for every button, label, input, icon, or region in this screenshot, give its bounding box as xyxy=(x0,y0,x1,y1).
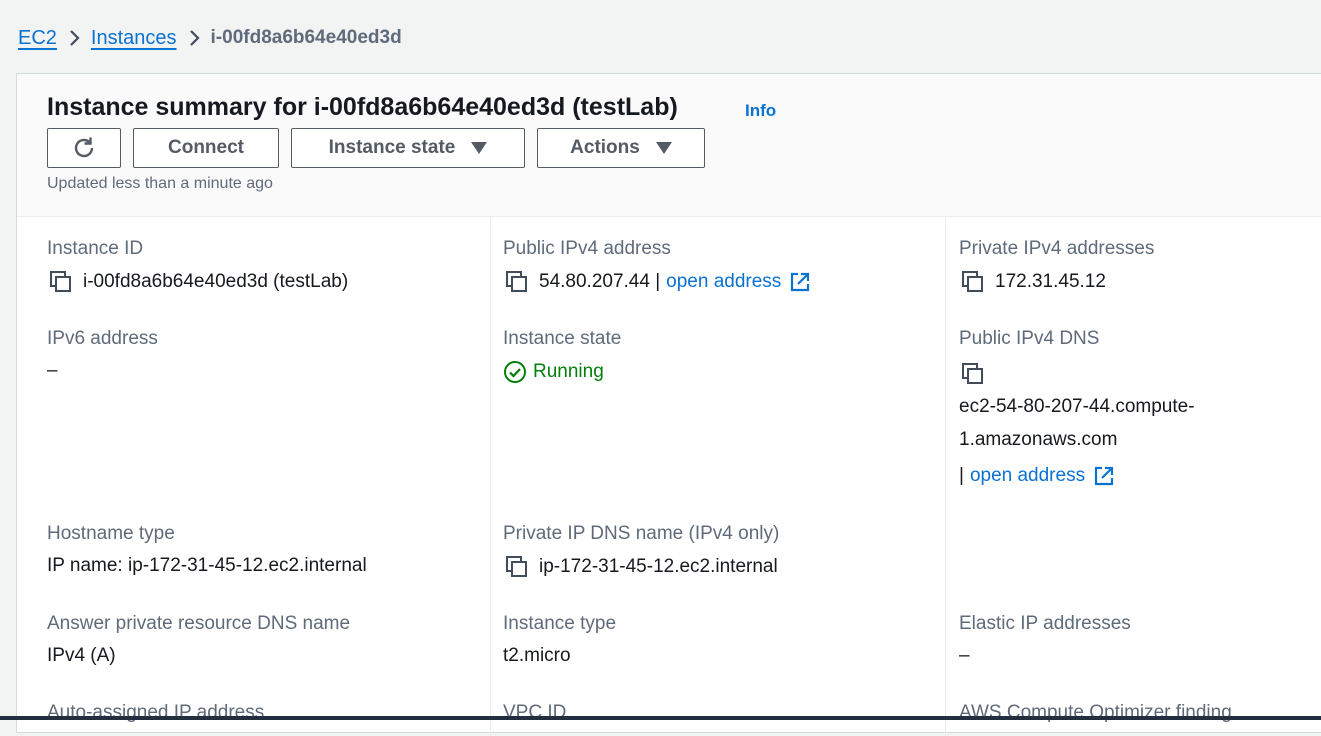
private-dns-value: ip-172-31-45-12.ec2.internal xyxy=(503,553,778,581)
caret-down-icon xyxy=(471,142,488,154)
public-dns-line1: ec2-54-80-207-44.compute- xyxy=(959,396,1195,417)
refresh-button[interactable] xyxy=(47,128,121,168)
copy-icon[interactable] xyxy=(503,268,531,296)
separator: | xyxy=(959,465,964,486)
vpc-id-label: VPC ID xyxy=(503,702,567,723)
chevron-right-icon xyxy=(57,27,91,50)
private-ipv4-label: Private IPv4 addresses xyxy=(959,238,1155,259)
private-dns-text: ip-172-31-45-12.ec2.internal xyxy=(539,556,778,577)
answer-dns-value: IPv4 (A) xyxy=(47,645,116,666)
instance-id-text: i-00fd8a6b64e40ed3d (testLab) xyxy=(83,271,349,292)
refresh-icon xyxy=(71,135,97,161)
answer-dns-label: Answer private resource DNS name xyxy=(47,613,351,634)
compute-optimizer-label: AWS Compute Optimizer finding xyxy=(959,702,1232,723)
public-dns-open: | open address xyxy=(959,465,1115,487)
instance-type-label: Instance type xyxy=(503,613,617,634)
instance-state-dropdown[interactable]: Instance state xyxy=(291,128,525,168)
ipv6-value: – xyxy=(47,360,58,381)
breadcrumb-link-instances[interactable]: Instances xyxy=(91,27,177,50)
chevron-right-icon xyxy=(177,27,211,50)
copy-icon[interactable] xyxy=(503,553,531,581)
instance-state-text: Running xyxy=(533,361,604,382)
panel-header: Instance summary for i-00fd8a6b64e40ed3d… xyxy=(17,74,1321,217)
public-dns-label: Public IPv4 DNS xyxy=(959,328,1100,349)
hostname-type-value: IP name: ip-172-31-45-12.ec2.internal xyxy=(47,555,367,576)
instance-state-value: Running xyxy=(503,360,604,384)
hostname-type-label: Hostname type xyxy=(47,523,175,544)
instance-state-field-label: Instance state xyxy=(503,328,622,349)
actions-dropdown[interactable]: Actions xyxy=(537,128,705,168)
connect-button[interactable]: Connect xyxy=(133,128,279,168)
breadcrumb: EC2 Instances i-00fd8a6b64e40ed3d xyxy=(18,24,402,52)
instance-id-value: i-00fd8a6b64e40ed3d (testLab) xyxy=(47,268,348,296)
public-ipv4-value: 54.80.207.44 | open address xyxy=(503,268,811,296)
private-ipv4-value: 172.31.45.12 xyxy=(959,268,1106,296)
external-link-icon[interactable] xyxy=(789,271,811,293)
bottom-bar xyxy=(0,716,1321,720)
open-address-link[interactable]: open address xyxy=(666,271,781,293)
page-title: Instance summary for i-00fd8a6b64e40ed3d… xyxy=(47,93,678,121)
copy-icon[interactable] xyxy=(959,360,987,388)
external-link-icon[interactable] xyxy=(1093,465,1115,487)
public-ipv4-label: Public IPv4 address xyxy=(503,238,671,259)
breadcrumb-link-ec2[interactable]: EC2 xyxy=(18,27,57,50)
updated-timestamp: Updated less than a minute ago xyxy=(47,175,273,192)
column-divider xyxy=(490,216,491,736)
open-address-link[interactable]: open address xyxy=(970,465,1085,487)
public-dns-line2: 1.amazonaws.com xyxy=(959,429,1118,450)
elastic-ip-value: – xyxy=(959,645,970,666)
public-ipv4-text: 54.80.207.44 | xyxy=(539,271,661,292)
private-dns-label: Private IP DNS name (IPv4 only) xyxy=(503,523,780,544)
auto-assigned-ip-label: Auto-assigned IP address xyxy=(47,702,265,723)
instance-state-label: Instance state xyxy=(328,137,456,158)
column-divider xyxy=(945,216,946,736)
instance-summary-panel: Instance summary for i-00fd8a6b64e40ed3d… xyxy=(16,73,1321,736)
info-link[interactable]: Info xyxy=(745,101,776,121)
ipv6-label: IPv6 address xyxy=(47,328,158,349)
connect-button-label: Connect xyxy=(168,137,244,158)
instance-type-value: t2.micro xyxy=(503,645,571,666)
instance-id-label: Instance ID xyxy=(47,238,144,259)
breadcrumb-current: i-00fd8a6b64e40ed3d xyxy=(210,27,402,48)
caret-down-icon xyxy=(655,142,672,154)
elastic-ip-label: Elastic IP addresses xyxy=(959,613,1131,634)
public-dns-copy xyxy=(959,360,995,388)
copy-icon[interactable] xyxy=(959,268,987,296)
copy-icon[interactable] xyxy=(47,268,75,296)
check-circle-icon xyxy=(503,360,527,384)
actions-label: Actions xyxy=(570,137,640,158)
private-ipv4-text: 172.31.45.12 xyxy=(995,271,1106,292)
